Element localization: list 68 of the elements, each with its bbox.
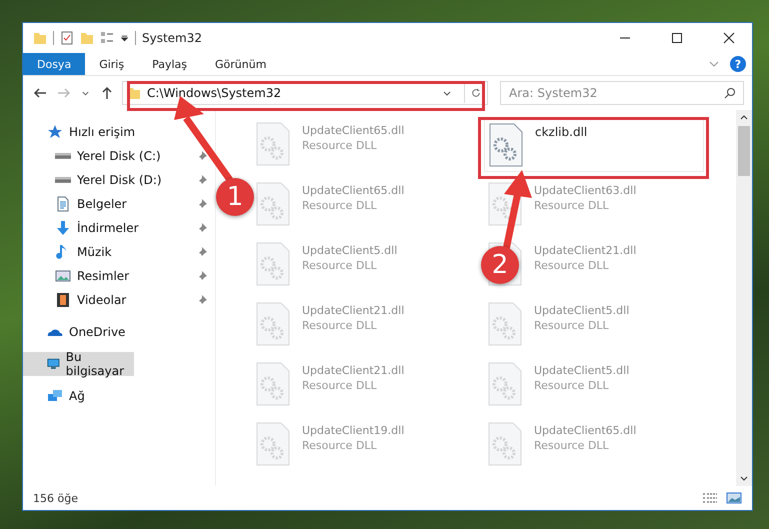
sidebar-item[interactable]: Bu bilgisayar [23,352,134,376]
search-icon [724,87,736,99]
selected-file-item[interactable]: ckzlib.dll [484,118,704,172]
scrollbar[interactable] [736,110,752,486]
sidebar-item[interactable]: Hızlı erişim [23,120,142,144]
gear-file-icon [256,242,290,286]
gear-file-icon [488,422,522,466]
file-type: Resource DLL [302,139,378,152]
sidebar-item[interactable]: Resimler [23,264,136,288]
sidebar-item[interactable]: Müzik [23,240,118,264]
scrollbar-thumb[interactable] [738,126,750,176]
file-type: Resource DLL [302,379,378,392]
pin-icon[interactable] [197,247,207,257]
sidebar-item[interactable]: Yerel Disk (C:) [23,144,167,168]
ribbon-tab[interactable]: Görünüm [201,53,280,75]
gear-file-icon [256,302,290,346]
gear-file-icon [256,122,290,166]
window-title: System32 [142,31,202,45]
back-arrow-icon[interactable] [31,86,49,100]
sidebar-item[interactable]: Belgeler [23,192,133,216]
pin-icon[interactable] [197,295,207,305]
search-field[interactable]: Ara: System32 [500,81,744,105]
network-icon [47,388,63,404]
details-view-icon[interactable] [702,492,718,504]
drive-icon [55,177,71,183]
pin-icon[interactable] [197,271,207,281]
file-type: Resource DLL [302,319,378,332]
pin-icon[interactable] [197,175,207,185]
file-type: Resource DLL [534,439,610,452]
file-name[interactable]: ckzlib.dll [535,125,588,139]
sidebar-item[interactable]: Yerel Disk (D:) [23,168,168,192]
sidebar-item[interactable]: Ağ [23,384,91,408]
sidebar-item[interactable]: OneDrive [23,320,132,344]
file-type: Resource DLL [302,439,378,452]
ribbon-tab[interactable]: Paylaş [138,53,201,75]
file-type: Resource DLL [534,379,610,392]
star-icon [47,124,63,140]
file-type: Resource DLL [534,199,610,212]
gear-file-icon [489,123,523,167]
file-type: Resource DLL [302,259,378,272]
file-type: Resource DLL [534,259,610,272]
item-count: 156 öğe [33,492,78,504]
sidebar-item[interactable]: Videolar [23,288,132,312]
help-button[interactable]: ? [730,56,746,72]
file-type: Resource DLL [534,319,610,332]
ribbon-tab[interactable]: Dosya [23,53,86,75]
properties-icon[interactable] [60,31,74,45]
large-icons-view-icon[interactable] [726,492,742,504]
folder-icon [33,31,47,45]
sidebar-item[interactable]: İndirmeler [23,216,145,240]
down-arrow-icon [55,220,71,236]
ribbon-tab[interactable]: Giriş [85,53,138,75]
monitor-icon [47,356,60,372]
view-list-icon[interactable] [100,31,114,45]
pin-icon[interactable] [197,151,207,161]
gear-file-icon [488,362,522,406]
pin-icon[interactable] [197,199,207,209]
document-icon [55,196,71,212]
file-type: Resource DLL [302,199,378,212]
gear-file-icon [256,422,290,466]
gear-file-icon [256,182,290,226]
gear-file-icon [488,302,522,346]
gear-file-icon [256,362,290,406]
drive-icon [55,153,71,159]
picture-icon [55,268,71,284]
film-icon [55,292,71,308]
address-path: C:\Windows\System32 [147,86,282,100]
pin-icon[interactable] [197,223,207,233]
